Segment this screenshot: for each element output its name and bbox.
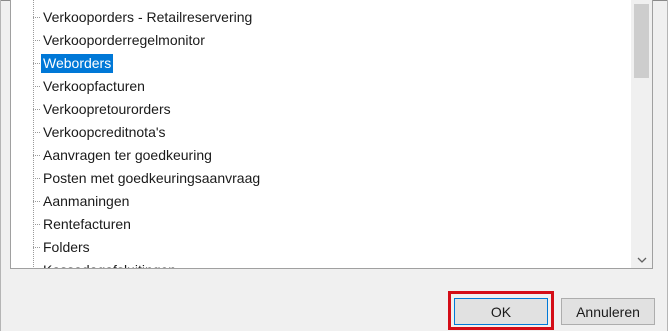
tree-item[interactable]: Posten met goedkeuringsaanvraag	[11, 167, 630, 190]
tree-branch-line	[33, 201, 40, 202]
tree-item-label: Aanvragen ter goedkeuring	[43, 147, 212, 163]
tree-item-label: Verkoopcreditnota's	[43, 124, 166, 140]
tree-branch-line	[33, 224, 40, 225]
tree-item-label: Verkoopfacturen	[43, 78, 145, 94]
tree-item[interactable]: Verkooporderregelmonitor	[11, 29, 630, 52]
tree-item[interactable]: Verkooporders - Retailreservering	[11, 6, 630, 29]
tree-item[interactable]: Kassadagafsluitingen	[11, 259, 630, 268]
tree-branch-line	[33, 178, 40, 179]
tree-item[interactable]: Verkoopcreditnota's	[11, 121, 630, 144]
tree-item[interactable]: Verkoopfacturen	[11, 75, 630, 98]
tree-branch-line	[33, 63, 40, 64]
chevron-down-icon	[637, 257, 646, 263]
window-left-border	[0, 0, 1, 331]
tree-item-label: Kassadagafsluitingen	[41, 261, 178, 268]
cancel-button[interactable]: Annuleren	[561, 298, 655, 325]
tree-item[interactable]: Aanmaningen	[11, 190, 630, 213]
tree-branch-line	[33, 86, 40, 87]
scrollbar-thumb[interactable]	[634, 4, 649, 78]
tree-item-label: Weborders	[41, 54, 114, 73]
tree-item-label: Verkooporderregelmonitor	[43, 32, 205, 48]
tree-branch-line	[33, 17, 40, 18]
tree-item[interactable]: Verkoopretourorders	[11, 98, 630, 121]
tree-branch-line	[33, 132, 40, 133]
tree-item-label: Folders	[43, 239, 90, 255]
tree-branch-line	[33, 247, 40, 248]
tree-items: Verkooporders - Retailreservering Verkoo…	[11, 6, 630, 268]
tree-item-label: Verkooporders - Retailreservering	[43, 9, 253, 25]
scroll-down-button[interactable]	[631, 251, 652, 268]
tree-item[interactable]: Rentefacturen	[11, 213, 630, 236]
tree-item-label: Posten met goedkeuringsaanvraag	[43, 170, 261, 186]
page-tree-list[interactable]: Verkooporders - Retailreservering Verkoo…	[10, 0, 653, 269]
tree-branch-line	[33, 109, 40, 110]
tree-item[interactable]: Folders	[11, 236, 630, 259]
tree-branch-line	[33, 155, 40, 156]
tree-item-label: Aanmaningen	[43, 193, 130, 209]
tree-item-label: Verkoopretourorders	[43, 101, 171, 117]
tree-item-label: Rentefacturen	[43, 216, 131, 232]
tree-item[interactable]: Aanvragen ter goedkeuring	[11, 144, 630, 167]
ok-button[interactable]: OK	[454, 298, 548, 325]
tree-branch-line	[33, 40, 40, 41]
vertical-scrollbar[interactable]	[631, 0, 652, 268]
tree-item-selected[interactable]: Weborders	[11, 52, 630, 75]
